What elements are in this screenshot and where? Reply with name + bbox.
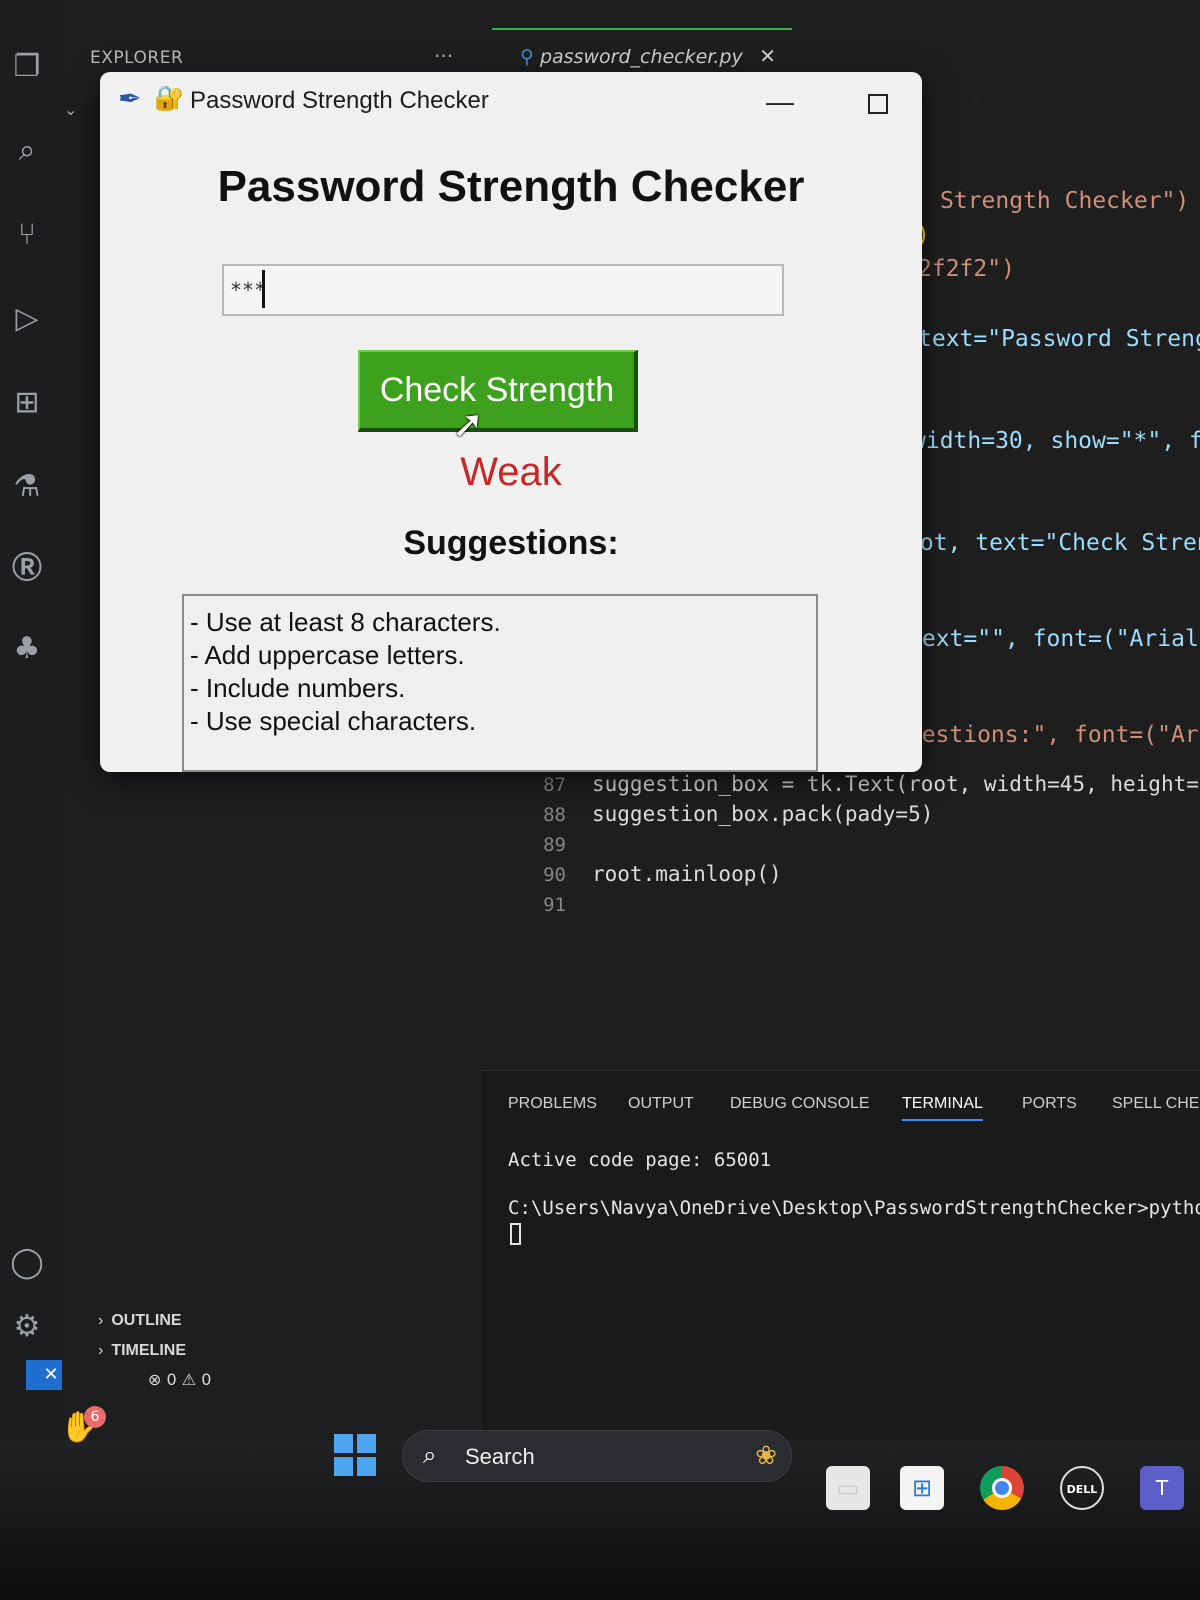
chrome-icon[interactable] [980, 1466, 1024, 1510]
line-number: 89 [543, 834, 566, 856]
suggestion-item: - Use at least 8 characters. [190, 607, 501, 637]
line-number: 91 [543, 894, 566, 916]
password-checker-window: ✒ 🔐 Password Strength Checker — ✕ Passwo… [100, 72, 988, 772]
lock-icon: 🔐 [154, 85, 184, 112]
chevron-down-icon[interactable]: ⌄ [64, 100, 77, 119]
terminal-line: C:\Users\Navya\OneDrive\Desktop\Password… [508, 1197, 1200, 1219]
notification-badge: 6 [84, 1406, 106, 1428]
more-actions-icon[interactable]: ··· [434, 44, 453, 68]
suggestion-item: - Use special characters. [190, 706, 477, 736]
files-icon[interactable]: ❐ [4, 44, 50, 90]
tab-spell-checker[interactable]: SPELL CHE [1112, 1095, 1199, 1119]
taskbar-search[interactable]: ⌕ Search ❀ [402, 1430, 792, 1482]
code-fragment: 2f2f2") [918, 256, 1015, 282]
suggestion-item: - Add uppercase letters. [190, 640, 465, 670]
password-input[interactable] [222, 264, 784, 316]
activity-bar: ❐ ⌕ ⑂ ▷ ⊞ ⚗ Ⓡ ♣ ◯ ⚙ [0, 0, 62, 1440]
r-icon[interactable]: Ⓡ [4, 546, 50, 592]
bottom-panel: PROBLEMS OUTPUT DEBUG CONSOLE TERMINAL P… [482, 1070, 1200, 1440]
window-title: Password Strength Checker [190, 87, 489, 114]
search-highlight-icon: ❀ [755, 1441, 777, 1471]
code-line[interactable]: suggestion_box = tk.Text(root, width=45,… [592, 772, 1199, 796]
line-number: 88 [543, 804, 566, 826]
strength-result: Weak [460, 450, 562, 494]
code-fragment: width=30, show="*", fo [912, 428, 1200, 454]
suggestions-heading: Suggestions: [403, 524, 619, 562]
teams-icon[interactable]: T [1140, 1466, 1184, 1510]
tab-label: password_checker.py [539, 46, 743, 68]
code-fragment: text="", font=("Arial" [908, 626, 1200, 652]
suggestion-box[interactable]: - Use at least 8 characters. - Add upper… [182, 594, 818, 772]
timeline-section[interactable]: › TIMELINE [98, 1342, 186, 1360]
app-heading: Password Strength Checker [217, 162, 805, 211]
code-line[interactable]: suggestion_box.pack(pady=5) [592, 802, 933, 826]
warning-icon: ⚠ [181, 1370, 197, 1389]
line-number: 90 [543, 864, 566, 886]
settings-icon[interactable]: ⚙ [4, 1304, 50, 1350]
tree-icon[interactable]: ♣ [4, 626, 50, 672]
start-button[interactable] [334, 1434, 376, 1476]
warning-count: 0 [201, 1370, 212, 1389]
editor-tab[interactable]: ⚲ password_checker.py ✕ [492, 28, 792, 72]
chevron-right-icon: › [98, 1342, 104, 1359]
file-explorer-icon[interactable]: ▭ [826, 1466, 870, 1510]
testing-icon[interactable]: ⚗ [4, 464, 50, 510]
mouse-pointer-icon: ➚ [452, 404, 484, 446]
code-fragment: pot, text="Check Streng [906, 530, 1200, 556]
terminal-cursor[interactable] [510, 1223, 521, 1245]
outline-section[interactable]: › OUTLINE [98, 1312, 182, 1330]
accounts-icon[interactable]: ◯ [4, 1240, 50, 1286]
explorer-title: EXPLORER [90, 48, 184, 68]
close-icon[interactable]: ✕ [759, 44, 776, 68]
minimize-button[interactable]: — [750, 80, 810, 124]
close-button[interactable]: ✕ [946, 80, 1006, 124]
search-icon[interactable]: ⌕ [4, 128, 50, 174]
suggestion-item: - Include numbers. [190, 673, 406, 703]
code-line[interactable]: root.mainloop() [592, 862, 782, 886]
timeline-label: TIMELINE [111, 1342, 186, 1359]
window-titlebar[interactable]: ✒ 🔐 Password Strength Checker — ✕ [100, 72, 988, 128]
terminal-line: Active code page: 65001 [508, 1149, 772, 1171]
chevron-right-icon: › [98, 1312, 104, 1329]
error-count: 0 [166, 1370, 177, 1389]
search-label: Search [465, 1444, 535, 1469]
text-cursor [262, 270, 265, 308]
tab-ports[interactable]: PORTS [1022, 1095, 1077, 1119]
tab-problems[interactable]: PROBLEMS [508, 1095, 597, 1119]
search-icon: ⌕ [423, 1441, 437, 1469]
maximize-button[interactable] [848, 80, 908, 124]
python-file-icon: ⚲ [520, 46, 534, 68]
outline-label: OUTLINE [111, 1312, 182, 1329]
tab-output[interactable]: OUTPUT [628, 1095, 694, 1119]
run-debug-icon[interactable]: ▷ [4, 296, 50, 342]
tab-terminal[interactable]: TERMINAL [902, 1095, 983, 1121]
extensions-icon[interactable]: ⊞ [4, 380, 50, 426]
feather-icon: ✒ [118, 83, 142, 114]
tab-debug-console[interactable]: DEBUG CONSOLE [730, 1095, 870, 1119]
dell-icon[interactable]: DELL [1060, 1466, 1104, 1510]
check-strength-button[interactable]: Check Strength [358, 350, 638, 432]
code-fragment: text="Password Streng [918, 326, 1200, 352]
code-fragment: ggestions:", font=("Aria [894, 722, 1200, 748]
error-icon: ⊗ [148, 1370, 162, 1389]
code-fragment: Strength Checker") [940, 188, 1190, 214]
microsoft-store-icon[interactable]: ⊞ [900, 1466, 944, 1510]
line-number: 87 [543, 774, 566, 796]
source-control-icon[interactable]: ⑂ [4, 212, 50, 258]
problems-status[interactable]: ⊗ 0 ⚠ 0 [148, 1370, 211, 1389]
